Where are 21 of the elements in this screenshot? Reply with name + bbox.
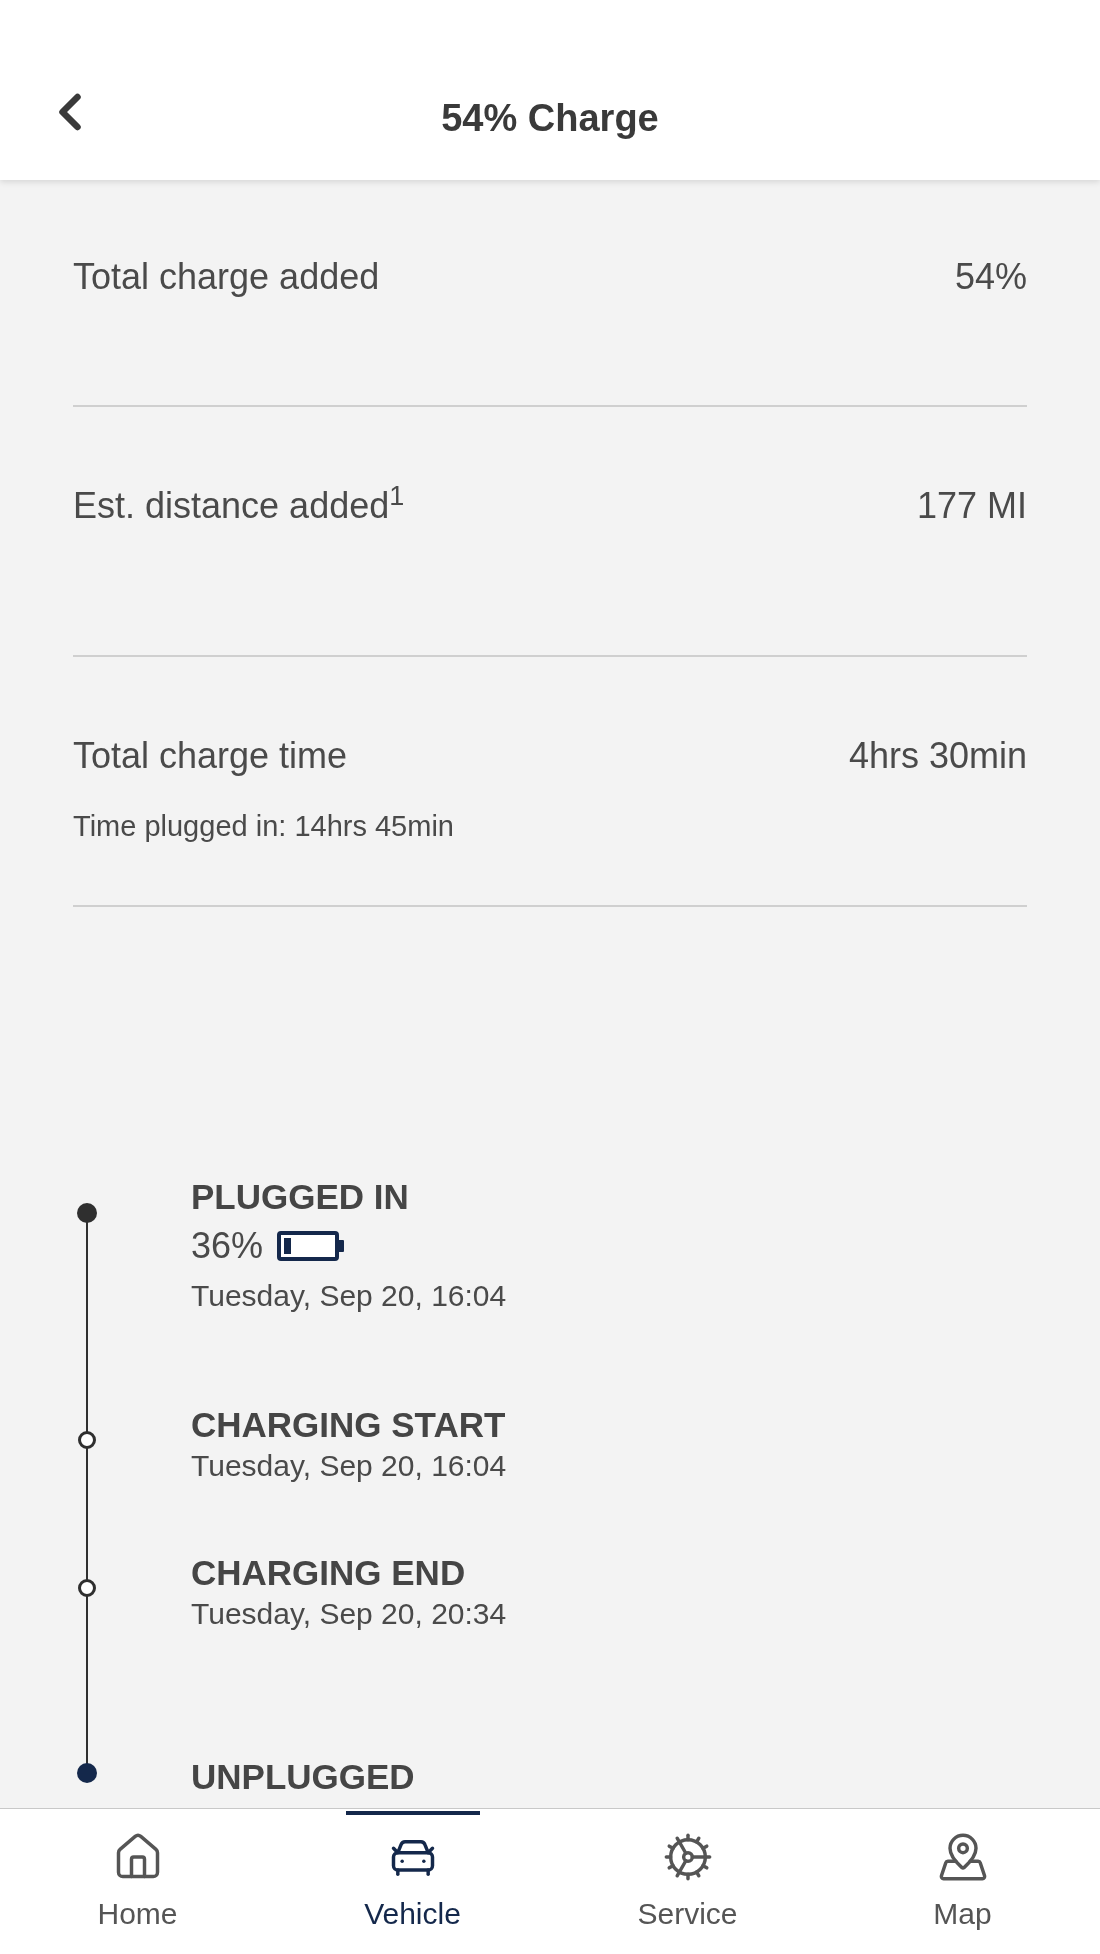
- event-title: PLUGGED IN: [191, 1176, 410, 1218]
- battery-icon: [277, 1231, 345, 1261]
- event-time: Tuesday, Sep 20, 16:04: [191, 1278, 508, 1314]
- tab-bar-item[interactable]: Map: [825, 1809, 1100, 1954]
- stat-value: 54%: [954, 255, 1027, 299]
- tab-bar-item[interactable]: Home: [0, 1809, 275, 1954]
- tab-bar-item[interactable]: Vehicle: [275, 1809, 550, 1954]
- stat-value: 177 MI: [916, 484, 1027, 528]
- event-time: Tuesday, Sep 20, 16:04: [191, 1448, 508, 1484]
- stat-label: Est. distance added$^{1}$: [73, 479, 405, 528]
- stat-label: Total charge added: [73, 255, 380, 299]
- event-time: Tuesday, Sep 20, 20:34: [191, 1596, 508, 1632]
- stat-value: 4hrs 30min: [848, 734, 1027, 778]
- event-title: CHARGING START: [191, 1404, 507, 1446]
- event-title: UNPLUGGED: [191, 1756, 416, 1798]
- stat-label: Total charge time: [73, 734, 348, 778]
- tab-bar-item[interactable]: Service: [550, 1809, 825, 1954]
- page-title: 54% Charge: [441, 95, 659, 141]
- event-title: CHARGING END: [191, 1552, 467, 1594]
- battery-percent: 36%: [191, 1224, 264, 1268]
- stat-note: Time plugged in: 14hrs 45min: [73, 809, 455, 844]
